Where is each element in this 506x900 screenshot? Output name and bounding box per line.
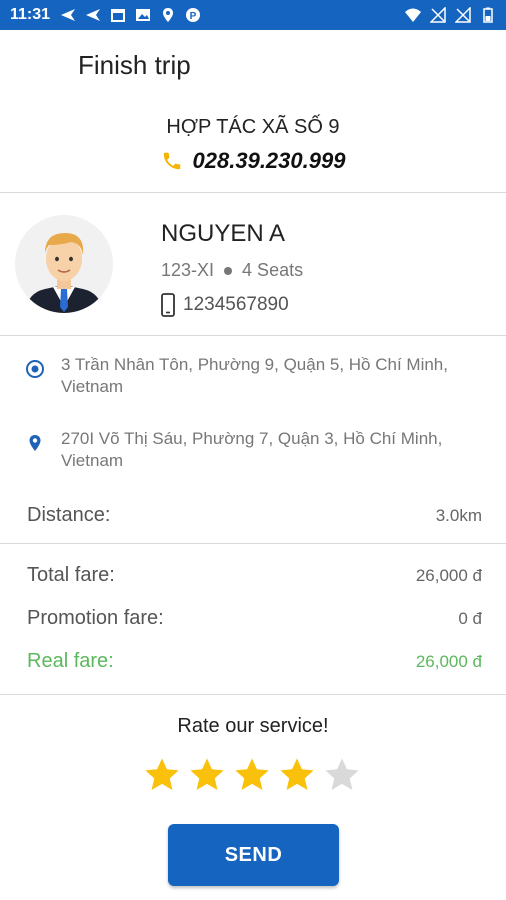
star-icon[interactable] bbox=[278, 756, 316, 794]
divider bbox=[0, 192, 506, 193]
divider bbox=[0, 694, 506, 695]
no-signal-icon bbox=[430, 7, 446, 23]
driver-phone-row[interactable]: 1234567890 bbox=[161, 293, 289, 317]
navigation-icon bbox=[86, 9, 101, 21]
promotion-fare-row: Promotion fare: 0 đ bbox=[27, 607, 482, 630]
rating-prompt: Rate our service! bbox=[177, 715, 329, 737]
calendar-app-icon bbox=[111, 9, 126, 22]
battery-icon bbox=[483, 7, 493, 23]
vehicle-seats: 4 Seats bbox=[242, 260, 304, 280]
mobile-phone-icon bbox=[161, 293, 175, 317]
driver-name: NGUYEN A bbox=[161, 220, 286, 247]
star-icon[interactable] bbox=[233, 756, 271, 794]
location-pin-icon bbox=[163, 8, 174, 22]
wifi-icon bbox=[405, 8, 421, 22]
total-fare-value: 26,000 đ bbox=[415, 566, 482, 585]
dropoff-pin-icon bbox=[29, 435, 41, 451]
company-phone-row[interactable]: 028.39.230.999 bbox=[0, 148, 506, 174]
page-title: Finish trip bbox=[78, 50, 191, 80]
driver-phone-number[interactable]: 1234567890 bbox=[183, 294, 289, 316]
pickup-location-icon bbox=[26, 360, 44, 378]
company-phone-number[interactable]: 028.39.230.999 bbox=[193, 148, 346, 174]
total-fare-row: Total fare: 26,000 đ bbox=[27, 564, 482, 587]
notification-icons: P bbox=[60, 7, 201, 23]
driver-avatar bbox=[15, 215, 113, 313]
real-fare-value: 26,000 đ bbox=[415, 652, 482, 671]
promotion-fare-value: 0 đ bbox=[458, 609, 482, 628]
navigation-icon bbox=[61, 9, 76, 21]
star-icon[interactable] bbox=[143, 756, 181, 794]
status-bar: 11:31 P bbox=[0, 0, 506, 30]
distance-value: 3.0km bbox=[435, 506, 482, 525]
no-signal-icon bbox=[455, 7, 471, 23]
star-icon[interactable] bbox=[188, 756, 226, 794]
pickup-address-text: 3 Trần Nhân Tôn, Phường 9, Quận 5, Hồ Ch… bbox=[61, 355, 448, 396]
divider bbox=[0, 543, 506, 544]
dropoff-address: 270I Võ Thị Sáu, Phường 7, Quận 3, Hồ Ch… bbox=[25, 428, 485, 472]
separator-dot bbox=[224, 266, 233, 275]
image-icon bbox=[136, 9, 151, 21]
pickup-address: 3 Trần Nhân Tôn, Phường 9, Quận 5, Hồ Ch… bbox=[25, 354, 485, 398]
divider bbox=[0, 335, 506, 336]
distance-row: Distance: 3.0km bbox=[27, 504, 482, 527]
vehicle-info: 123-XI 4 Seats bbox=[161, 260, 303, 281]
real-fare-row: Real fare: 26,000 đ bbox=[27, 650, 482, 673]
status-time: 11:31 bbox=[10, 6, 51, 23]
parking-icon: P bbox=[186, 8, 201, 22]
star-icon[interactable] bbox=[323, 756, 361, 794]
total-fare-label: Total fare: bbox=[27, 564, 115, 586]
real-fare-label: Real fare: bbox=[27, 650, 114, 672]
star-rating[interactable] bbox=[143, 756, 361, 794]
promotion-fare-label: Promotion fare: bbox=[27, 607, 164, 629]
distance-label: Distance: bbox=[27, 504, 111, 526]
phone-icon bbox=[163, 152, 180, 170]
driver-avatar-image bbox=[15, 215, 113, 313]
vehicle-plate: 123-XI bbox=[161, 260, 215, 280]
dropoff-address-text: 270I Võ Thị Sáu, Phường 7, Quận 3, Hồ Ch… bbox=[61, 429, 443, 470]
svg-text:P: P bbox=[190, 11, 197, 22]
send-button[interactable]: SEND bbox=[168, 824, 339, 886]
system-icons bbox=[405, 7, 496, 23]
company-name: HỢP TÁC XÃ SỐ 9 bbox=[166, 116, 340, 138]
